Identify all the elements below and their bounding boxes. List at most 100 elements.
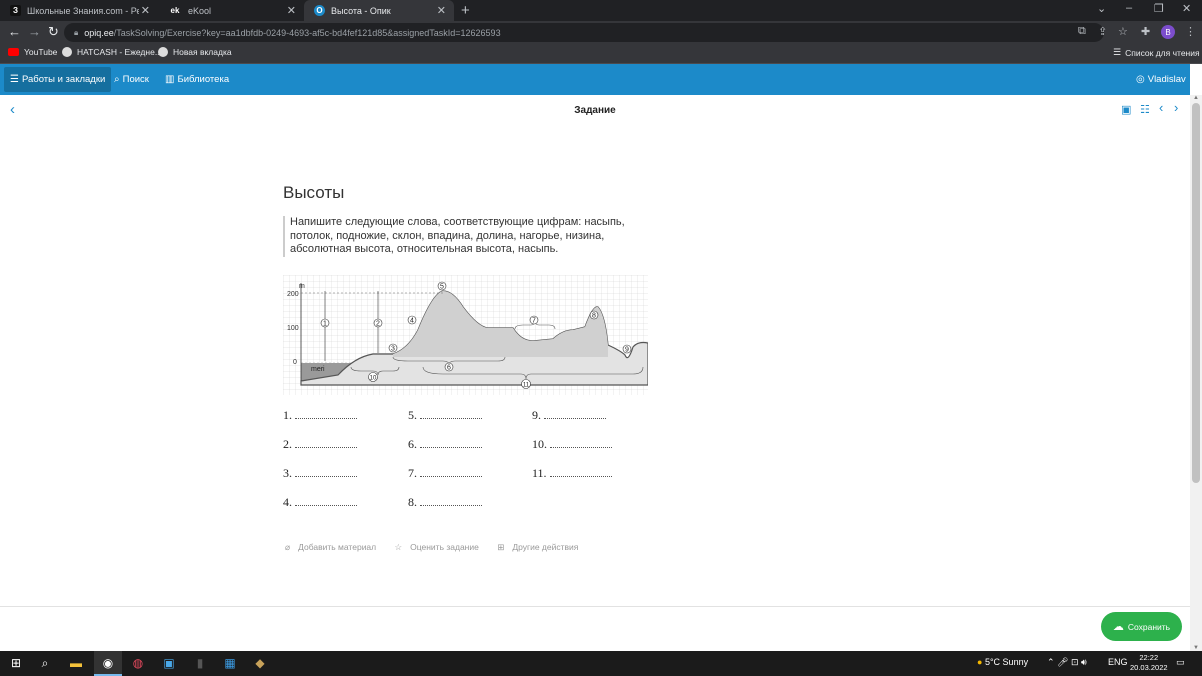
star-icon: ☆ — [394, 542, 403, 552]
marker-label: 11 — [523, 383, 530, 389]
works-bookmarks-button[interactable]: ☰ Работы и закладки — [4, 67, 112, 92]
bookmark-youtube[interactable]: YouTube — [8, 47, 57, 57]
answer-blank[interactable] — [295, 467, 357, 477]
scroll-thumb[interactable] — [1192, 103, 1200, 483]
answer-4[interactable]: 4. — [283, 495, 357, 510]
marker-label: 10 — [370, 376, 377, 382]
new-tab-icon[interactable]: + — [461, 2, 470, 19]
image-app-icon[interactable]: ▣ — [161, 655, 177, 671]
tab-search-icon[interactable]: ⌄ — [1097, 2, 1106, 15]
tab-title: Высота - Опик — [331, 5, 391, 16]
close-icon[interactable]: ✕ — [141, 4, 150, 17]
translate-icon[interactable]: ⧉ — [1078, 25, 1086, 38]
windows-start-icon[interactable]: ⊞ — [8, 655, 24, 671]
answer-blank[interactable] — [420, 467, 482, 477]
language-indicator[interactable]: ENG — [1108, 657, 1128, 667]
works-label: Работы и закладки — [21, 74, 106, 85]
star-icon[interactable]: ☆ — [1118, 25, 1128, 38]
answer-blank[interactable] — [420, 496, 482, 506]
add-material-button[interactable]: ⌀ Добавить материал — [285, 542, 384, 552]
share-icon[interactable]: ⇪ — [1098, 25, 1107, 38]
tab-title: eKool — [188, 5, 212, 16]
weather-widget[interactable]: ● 5°C Sunny — [977, 657, 1028, 667]
close-icon[interactable]: ✕ — [287, 4, 296, 17]
marker-label: 2 — [376, 321, 380, 328]
profile-avatar[interactable]: B — [1161, 25, 1175, 39]
minimize-icon[interactable]: – — [1126, 2, 1132, 14]
page-title: Задание — [574, 105, 616, 116]
library-icon: ▥ — [165, 74, 175, 85]
page-scrollbar[interactable]: ▲ ▼ — [1190, 95, 1202, 651]
answer-2[interactable]: 2. — [283, 437, 357, 452]
bookmark-label: YouTube — [24, 47, 58, 57]
tab-opiq[interactable]: O Высота - Опик ✕ — [304, 0, 454, 21]
elevation-diagram: m 200 100 0 meri 1 2 3 4 5 6 7 8 9 10 11 — [283, 275, 648, 395]
menu-icon[interactable]: ⋮ — [1185, 25, 1196, 38]
list-view-icon[interactable]: ☷ — [1140, 103, 1150, 116]
system-clock[interactable]: 22:22 20.03.2022 — [1130, 653, 1168, 673]
marker-label: 8 — [592, 313, 596, 320]
answer-10[interactable]: 10. — [532, 437, 612, 452]
tab-ekool[interactable]: ek eKool ✕ — [158, 0, 304, 21]
reading-list[interactable]: ☰ Список для чтения — [1113, 47, 1200, 58]
minecraft-icon[interactable]: ◆ — [252, 655, 268, 671]
bookmark-hatcash[interactable]: HATCASH - Ежедне... — [62, 47, 162, 57]
library-button[interactable]: ▥ Библиотека — [159, 67, 235, 92]
answer-6[interactable]: 6. — [408, 437, 482, 452]
chrome-icon[interactable]: ◉ — [94, 651, 122, 676]
marker-label: 9 — [625, 347, 629, 354]
next-icon[interactable]: › — [1174, 100, 1178, 115]
answer-blank[interactable] — [295, 409, 357, 419]
marker-label: 3 — [391, 346, 395, 353]
forward-icon[interactable]: → — [28, 24, 41, 39]
answer-blank[interactable] — [544, 409, 606, 419]
marker-label: 5 — [440, 284, 444, 291]
library-label: Библиотека — [177, 74, 230, 85]
url-path: /TaskSolving/Exercise?key=aa1dbfdb-0249-… — [113, 27, 501, 38]
answer-blank[interactable] — [420, 438, 482, 448]
answer-9[interactable]: 9. — [532, 408, 606, 423]
answer-8[interactable]: 8. — [408, 495, 482, 510]
user-menu-button[interactable]: ◎ Vladislav — [1130, 67, 1192, 92]
browser-tab-strip: З Школьные Знания.com - Решае ✕ ek eKool… — [0, 0, 1202, 21]
answer-1[interactable]: 1. — [283, 408, 357, 423]
answer-blank[interactable] — [295, 496, 357, 506]
answer-11[interactable]: 11. — [532, 466, 612, 481]
answer-blank[interactable] — [420, 409, 482, 419]
rate-task-button[interactable]: ☆ Оценить задание — [395, 542, 487, 552]
back-icon[interactable]: ← — [8, 24, 21, 39]
tray-icons[interactable]: ⌃ 🎤︎ ⊡ 🔊︎ — [1047, 657, 1087, 668]
bookmark-icon[interactable]: ▣ — [1121, 103, 1131, 116]
answer-blank[interactable] — [549, 467, 612, 477]
app-icon[interactable]: ◍ — [130, 655, 146, 671]
reload-icon[interactable]: ↻ — [48, 24, 59, 40]
answer-number: 1. — [283, 408, 292, 422]
url-input[interactable]: 🔒︎ opiq.ee /TaskSolving/Exercise?key=aa1… — [64, 23, 1104, 42]
restore-icon[interactable]: ❐ — [1154, 2, 1164, 15]
save-button[interactable]: ☁ Сохранить — [1101, 612, 1182, 641]
file-explorer-icon[interactable]: ▬ — [68, 655, 84, 671]
clock-date: 20.03.2022 — [1130, 663, 1168, 672]
bookmark-new-tab[interactable]: Новая вкладка — [158, 47, 232, 57]
close-icon[interactable]: ✕ — [437, 4, 446, 17]
plus-box-icon: ⊞ — [497, 542, 505, 552]
answer-blank[interactable] — [295, 438, 357, 448]
youtube-icon — [8, 48, 19, 56]
notifications-icon[interactable]: ▭ — [1176, 657, 1185, 668]
other-actions-button[interactable]: ⊞ Другие действия — [497, 542, 586, 552]
search-icon[interactable]: ⌕ — [37, 655, 53, 671]
answer-7[interactable]: 7. — [408, 466, 482, 481]
tab-znanija[interactable]: З Школьные Знания.com - Решае ✕ — [0, 0, 158, 21]
answer-blank[interactable] — [550, 438, 612, 448]
page-toolbar: ‹ Задание ▣ ☷ ‹ › — [0, 95, 1190, 127]
extensions-icon[interactable]: ✚ — [1141, 25, 1150, 38]
close-window-icon[interactable]: ✕ — [1182, 2, 1191, 15]
scroll-up-icon[interactable]: ▲ — [1193, 95, 1199, 101]
answer-3[interactable]: 3. — [283, 466, 357, 481]
search-button[interactable]: ⌕ Поиск — [108, 67, 155, 92]
calculator-icon[interactable]: ▦ — [222, 655, 238, 671]
terminal-icon[interactable]: ▮ — [192, 655, 208, 671]
paperclip-icon: ⌀ — [285, 542, 291, 552]
previous-icon[interactable]: ‹ — [1159, 100, 1163, 115]
answer-5[interactable]: 5. — [408, 408, 482, 423]
